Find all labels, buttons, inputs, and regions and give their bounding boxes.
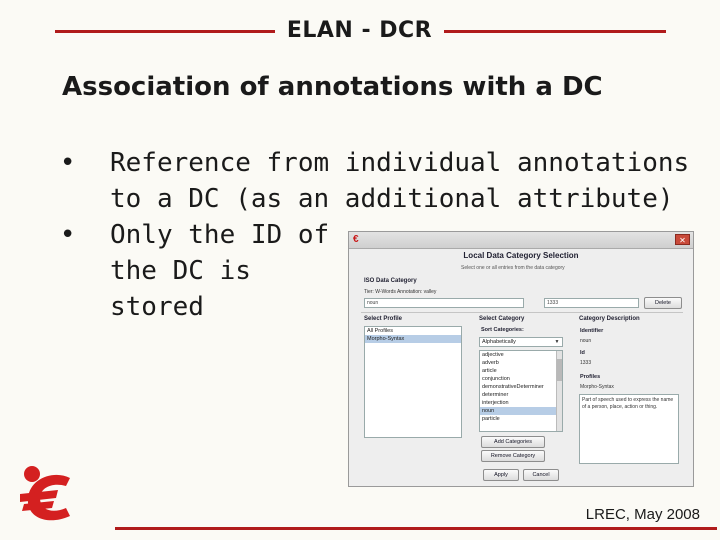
- category-id-field[interactable]: 1333: [544, 298, 639, 308]
- bullet-icon: •: [60, 220, 76, 250]
- list-item[interactable]: particle: [480, 415, 562, 423]
- dialog-titlebar[interactable]: € ✕: [349, 232, 693, 249]
- bullet-line: to a DC (as an additional attribute): [110, 184, 674, 214]
- cancel-button[interactable]: Cancel: [523, 469, 559, 481]
- dc-selection-dialog: € ✕ Local Data Category Selection Select…: [348, 231, 694, 487]
- iso-dc-label: ISO Data Category: [364, 278, 417, 284]
- profile-list[interactable]: All Profiles Morpho-Syntax: [364, 326, 462, 438]
- profiles-label: Profiles: [580, 374, 601, 380]
- description-text: Part of speech used to express the name …: [579, 394, 679, 464]
- select-profile-label: Select Profile: [364, 316, 403, 322]
- app-icon: €: [353, 234, 359, 245]
- identifier-label: Identifier: [580, 328, 604, 334]
- chevron-down-icon: ▼: [554, 339, 560, 345]
- apply-button[interactable]: Apply: [483, 469, 519, 481]
- elan-logo: [20, 466, 70, 521]
- category-name-field[interactable]: noun: [364, 298, 524, 308]
- footer-text: LREC, May 2008: [585, 506, 700, 523]
- close-icon[interactable]: ✕: [675, 234, 690, 245]
- id-label: Id: [580, 350, 585, 356]
- id-value: 1333: [580, 360, 592, 366]
- logo-head-shape: [24, 466, 40, 482]
- bullet-icon: •: [60, 148, 76, 178]
- add-categories-button[interactable]: Add Categories: [481, 436, 545, 448]
- bullet-line: Only the ID of: [110, 220, 330, 250]
- list-item[interactable]: interjection: [480, 399, 562, 407]
- bullet-line: Reference from individual annotations: [110, 148, 690, 178]
- bullet-item-reference: • Reference from individual annotations …: [60, 145, 700, 217]
- list-item[interactable]: adverb: [480, 359, 562, 367]
- list-item-selected[interactable]: noun: [480, 407, 562, 415]
- select-category-label: Select Category: [479, 316, 525, 322]
- footer-rule: [115, 527, 717, 530]
- list-item[interactable]: conjunction: [480, 375, 562, 383]
- profiles-value: Morpho-Syntax: [580, 384, 614, 390]
- tier-annotation-info: Tier: W-Words Annotation: valley: [364, 289, 437, 295]
- category-scrollbar[interactable]: [556, 351, 562, 431]
- scrollbar-thumb[interactable]: [557, 359, 562, 381]
- delete-button[interactable]: Delete: [644, 297, 682, 309]
- list-item-selected[interactable]: Morpho-Syntax: [365, 335, 461, 343]
- bullet-line: the DC is: [110, 256, 251, 286]
- divider: [361, 312, 683, 313]
- sort-value: Alphabetically: [482, 339, 516, 345]
- remove-category-button[interactable]: Remove Category: [481, 450, 545, 462]
- sort-label: Sort Categories:: [481, 327, 524, 333]
- slide-title: Association of annotations with a DC: [62, 72, 603, 102]
- sort-select[interactable]: Alphabetically ▼: [479, 337, 563, 347]
- header-title: ELAN - DCR: [286, 18, 433, 43]
- category-list[interactable]: adjective adverb article conjunction dem…: [479, 350, 563, 432]
- header-rule-right: [444, 30, 666, 33]
- category-description-label: Category Description: [579, 316, 640, 322]
- list-item[interactable]: All Profiles: [365, 327, 461, 335]
- list-item[interactable]: article: [480, 367, 562, 375]
- dialog-title: Local Data Category Selection: [463, 251, 579, 260]
- list-item[interactable]: determiner: [480, 391, 562, 399]
- dialog-subtitle: Select one or all entries from the data …: [461, 265, 565, 271]
- bullet-line: stored: [110, 292, 204, 322]
- list-item[interactable]: demonstrativeDeterminer: [480, 383, 562, 391]
- header-rule-left: [55, 30, 275, 33]
- list-item[interactable]: adjective: [480, 351, 562, 359]
- identifier-value: noun: [580, 338, 592, 344]
